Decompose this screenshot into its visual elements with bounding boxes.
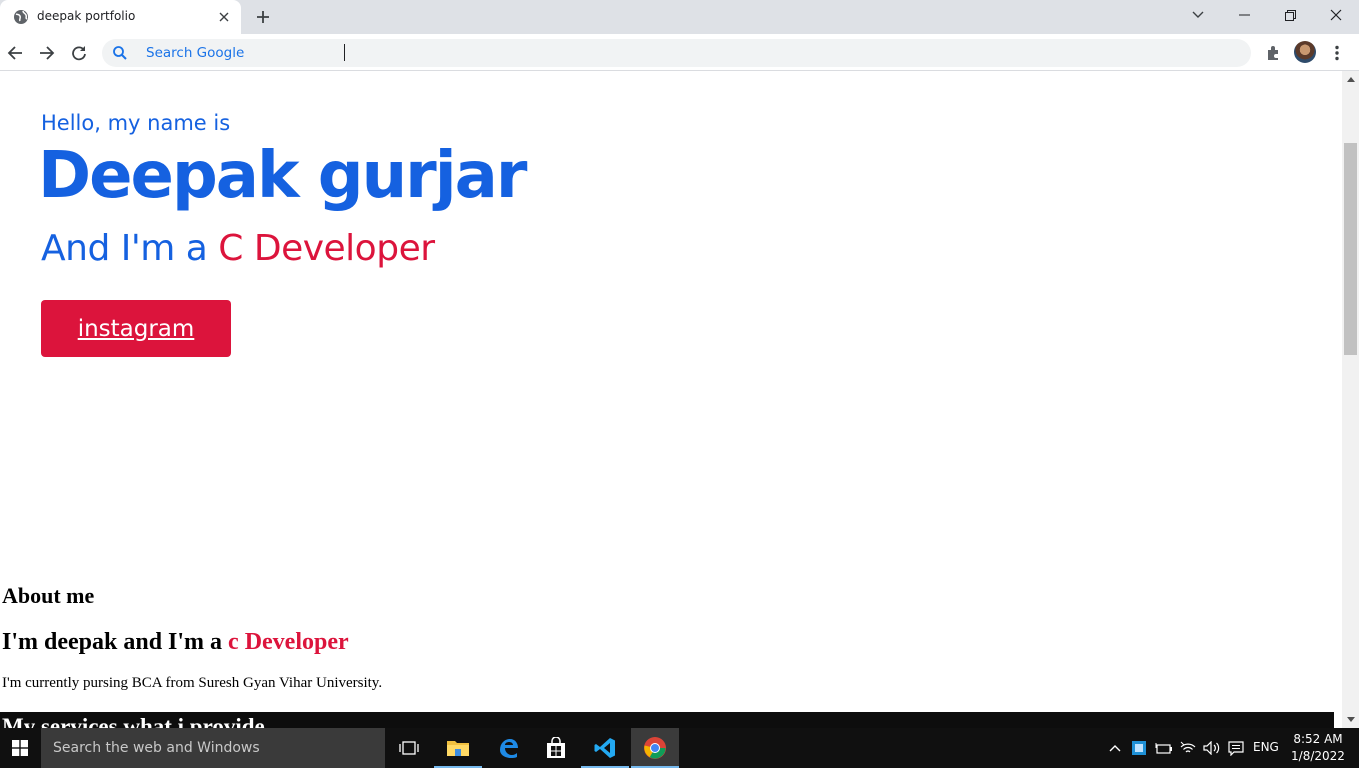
- windows-start-icon[interactable]: [0, 728, 40, 768]
- role-accent: C Developer: [218, 228, 435, 269]
- role-prefix: And I'm a: [41, 228, 219, 269]
- vscode-icon[interactable]: [581, 728, 629, 768]
- clock[interactable]: 8:52 AM 1/8/2022: [1287, 731, 1349, 765]
- restore-button[interactable]: [1267, 0, 1313, 30]
- window-close-button[interactable]: [1313, 0, 1359, 30]
- browser-toolbar: Search Google: [0, 34, 1359, 71]
- battery-icon[interactable]: [1154, 728, 1174, 768]
- scroll-up-icon[interactable]: [1342, 71, 1359, 88]
- page-scrollbar[interactable]: [1342, 71, 1359, 728]
- store-icon[interactable]: [532, 728, 580, 768]
- tab-strip: deepak portfolio: [0, 0, 1359, 34]
- globe-icon: [13, 9, 29, 25]
- forward-icon[interactable]: [34, 40, 60, 66]
- search-icon: [112, 45, 128, 61]
- profile-avatar[interactable]: [1294, 41, 1316, 63]
- chrome-icon[interactable]: [631, 728, 679, 768]
- page-viewport: Hello, my name is Deepak gurjar And I'm …: [0, 71, 1342, 728]
- tab-title: deepak portfolio: [37, 9, 136, 23]
- about-sub-prefix: I'm deepak and I'm a: [2, 629, 229, 655]
- instagram-button[interactable]: instagram: [41, 300, 231, 357]
- volume-icon[interactable]: [1202, 728, 1222, 768]
- scroll-thumb[interactable]: [1344, 143, 1357, 355]
- extensions-icon[interactable]: [1260, 40, 1286, 66]
- tab-active[interactable]: deepak portfolio: [0, 0, 241, 34]
- services-section: My services what i provide: [0, 712, 1334, 728]
- scroll-down-icon[interactable]: [1342, 711, 1359, 728]
- menu-kebab-icon[interactable]: [1324, 40, 1350, 66]
- task-view-icon[interactable]: [385, 728, 433, 768]
- windows-taskbar: Search the web and Windows ENG 8:52 AM 1…: [0, 728, 1359, 768]
- clock-time: 8:52 AM: [1293, 732, 1343, 746]
- about-sub-accent: c Developer: [228, 629, 349, 655]
- greeting-text: Hello, my name is: [41, 111, 231, 135]
- tray-app-icon[interactable]: [1130, 728, 1148, 768]
- minimize-button[interactable]: [1221, 0, 1267, 30]
- omnibox[interactable]: Search Google: [102, 39, 1251, 67]
- back-icon[interactable]: [2, 40, 28, 66]
- wifi-icon[interactable]: [1178, 728, 1198, 768]
- about-title: About me: [2, 583, 95, 608]
- hero-role: And I'm a C Developer: [41, 228, 435, 269]
- edge-icon[interactable]: [484, 728, 532, 768]
- taskbar-search-placeholder: Search the web and Windows: [53, 740, 260, 756]
- hero-name: Deepak gurjar: [38, 139, 527, 213]
- omnibox-placeholder: Search Google: [146, 45, 245, 61]
- tray-chevron-up-icon[interactable]: [1106, 728, 1124, 768]
- about-text: I'm currently pursing BCA from Suresh Gy…: [2, 675, 383, 691]
- tab-search-icon[interactable]: [1175, 0, 1221, 30]
- close-icon[interactable]: [215, 8, 233, 26]
- about-subtitle: I'm deepak and I'm a c Developer: [2, 629, 349, 656]
- reload-icon[interactable]: [66, 40, 92, 66]
- clock-date: 1/8/2022: [1291, 749, 1345, 763]
- services-title: My services what i provide: [2, 714, 265, 728]
- new-tab-button[interactable]: [252, 6, 274, 28]
- notifications-icon[interactable]: [1226, 728, 1246, 768]
- language-indicator[interactable]: ENG: [1253, 740, 1279, 754]
- taskbar-search-box[interactable]: Search the web and Windows: [41, 728, 385, 768]
- text-caret: [344, 44, 345, 61]
- file-explorer-icon[interactable]: [434, 728, 482, 768]
